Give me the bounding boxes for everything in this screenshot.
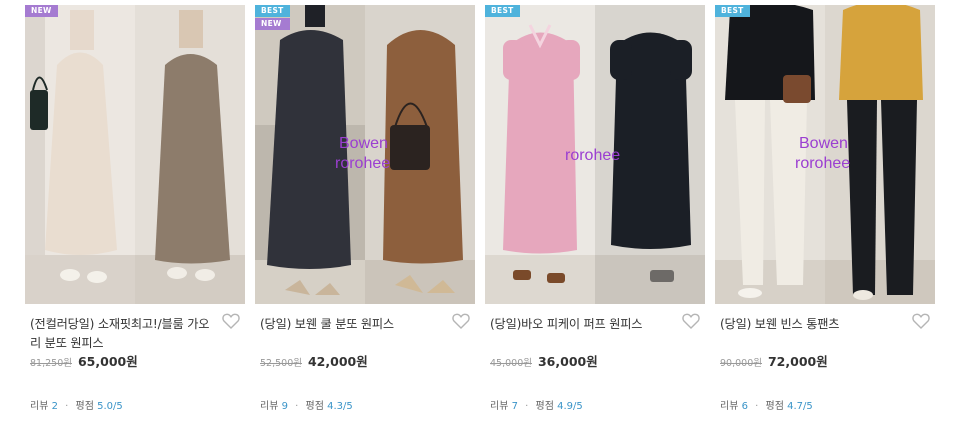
review-count: 2: [51, 401, 58, 412]
rating-max: /5: [113, 401, 123, 412]
wishlist-heart-icon[interactable]: [451, 311, 471, 331]
product-card[interactable]: BEST Bowen rorohee (당일) 보웬 빈스 통팬츠 90,000…: [715, 5, 935, 420]
best-badge: BEST: [485, 5, 520, 17]
rating-value: 4.7: [787, 401, 804, 412]
best-badge: BEST: [255, 5, 290, 17]
product-image[interactable]: BEST rorohee: [485, 5, 705, 304]
price-row: 45,000원 36,000원: [490, 351, 598, 370]
separator-dot: ·: [525, 401, 529, 412]
product-grid: NEW (전컬러당일) 소재핏최고!/블룸 가오리 분또 원피스 81,250원…: [0, 0, 966, 426]
review-label: 리뷰: [30, 401, 49, 412]
sale-price: 36,000원: [537, 354, 598, 369]
rating-label: 평점: [75, 401, 94, 412]
sale-price: 65,000원: [77, 354, 138, 369]
watermark-line: Bowen: [799, 135, 848, 152]
watermark-line: rorohee: [795, 155, 851, 172]
product-image[interactable]: BEST NEW Bowen rorohee: [255, 5, 475, 304]
badge-list: NEW: [25, 5, 58, 17]
watermark-line: rorohee: [335, 155, 391, 172]
product-card[interactable]: BEST NEW Bowen rorohee (당일) 보웬 쿨 분또 원피스 …: [255, 5, 475, 420]
review-meta: 리뷰 9 · 평점 4.3/5: [260, 397, 353, 412]
rating-label: 평점: [305, 401, 324, 412]
product-image[interactable]: BEST Bowen rorohee: [715, 5, 935, 304]
watermark-line: Bowen: [339, 135, 388, 152]
badge-list: BEST NEW: [255, 5, 290, 30]
separator-dot: ·: [65, 401, 69, 412]
product-card[interactable]: BEST rorohee (당일)바오 피케이 퍼프 원피스 45,000원 3…: [485, 5, 705, 420]
wishlist-heart-icon[interactable]: [911, 311, 931, 331]
review-label: 리뷰: [720, 401, 739, 412]
review-count: 7: [511, 401, 518, 412]
photo-left: [25, 5, 135, 304]
rating-value: 4.3: [327, 401, 344, 412]
price-row: 52,500원 42,000원: [260, 351, 368, 370]
review-meta: 리뷰 6 · 평점 4.7/5: [720, 397, 813, 412]
product-title[interactable]: (당일) 보웬 쿨 분또 원피스: [260, 315, 446, 334]
rating-label: 평점: [765, 401, 784, 412]
rating-value: 5.0: [97, 401, 114, 412]
review-meta: 리뷰 2 · 평점 5.0/5: [30, 397, 123, 412]
review-count: 9: [281, 401, 288, 412]
photo-right: [135, 5, 245, 304]
original-price: 81,250원: [30, 358, 72, 369]
review-label: 리뷰: [260, 401, 279, 412]
badge-list: BEST: [715, 5, 750, 17]
wishlist-heart-icon[interactable]: [221, 311, 241, 331]
best-badge: BEST: [715, 5, 750, 17]
sale-price: 72,000원: [767, 354, 828, 369]
product-image[interactable]: NEW: [25, 5, 245, 304]
review-count: 6: [741, 401, 748, 412]
rating-max: /5: [803, 401, 813, 412]
original-price: 90,000원: [720, 358, 762, 369]
rating-max: /5: [573, 401, 583, 412]
product-title[interactable]: (당일) 보웬 빈스 통팬츠: [720, 315, 906, 334]
separator-dot: ·: [295, 401, 299, 412]
price-row: 81,250원 65,000원: [30, 351, 138, 370]
rating-max: /5: [343, 401, 353, 412]
rating-value: 4.9: [557, 401, 574, 412]
new-badge: NEW: [255, 18, 290, 30]
badge-list: BEST: [485, 5, 520, 17]
new-badge: NEW: [25, 5, 58, 17]
sale-price: 42,000원: [307, 354, 368, 369]
separator-dot: ·: [755, 401, 759, 412]
product-card[interactable]: NEW (전컬러당일) 소재핏최고!/블룸 가오리 분또 원피스 81,250원…: [25, 5, 245, 420]
watermark-line: rorohee: [565, 147, 621, 164]
original-price: 52,500원: [260, 358, 302, 369]
review-label: 리뷰: [490, 401, 509, 412]
original-price: 45,000원: [490, 358, 532, 369]
price-row: 90,000원 72,000원: [720, 351, 828, 370]
wishlist-heart-icon[interactable]: [681, 311, 701, 331]
product-title[interactable]: (전컬러당일) 소재핏최고!/블룸 가오리 분또 원피스: [30, 315, 216, 353]
product-title[interactable]: (당일)바오 피케이 퍼프 원피스: [490, 315, 676, 334]
review-meta: 리뷰 7 · 평점 4.9/5: [490, 397, 583, 412]
rating-label: 평점: [535, 401, 554, 412]
